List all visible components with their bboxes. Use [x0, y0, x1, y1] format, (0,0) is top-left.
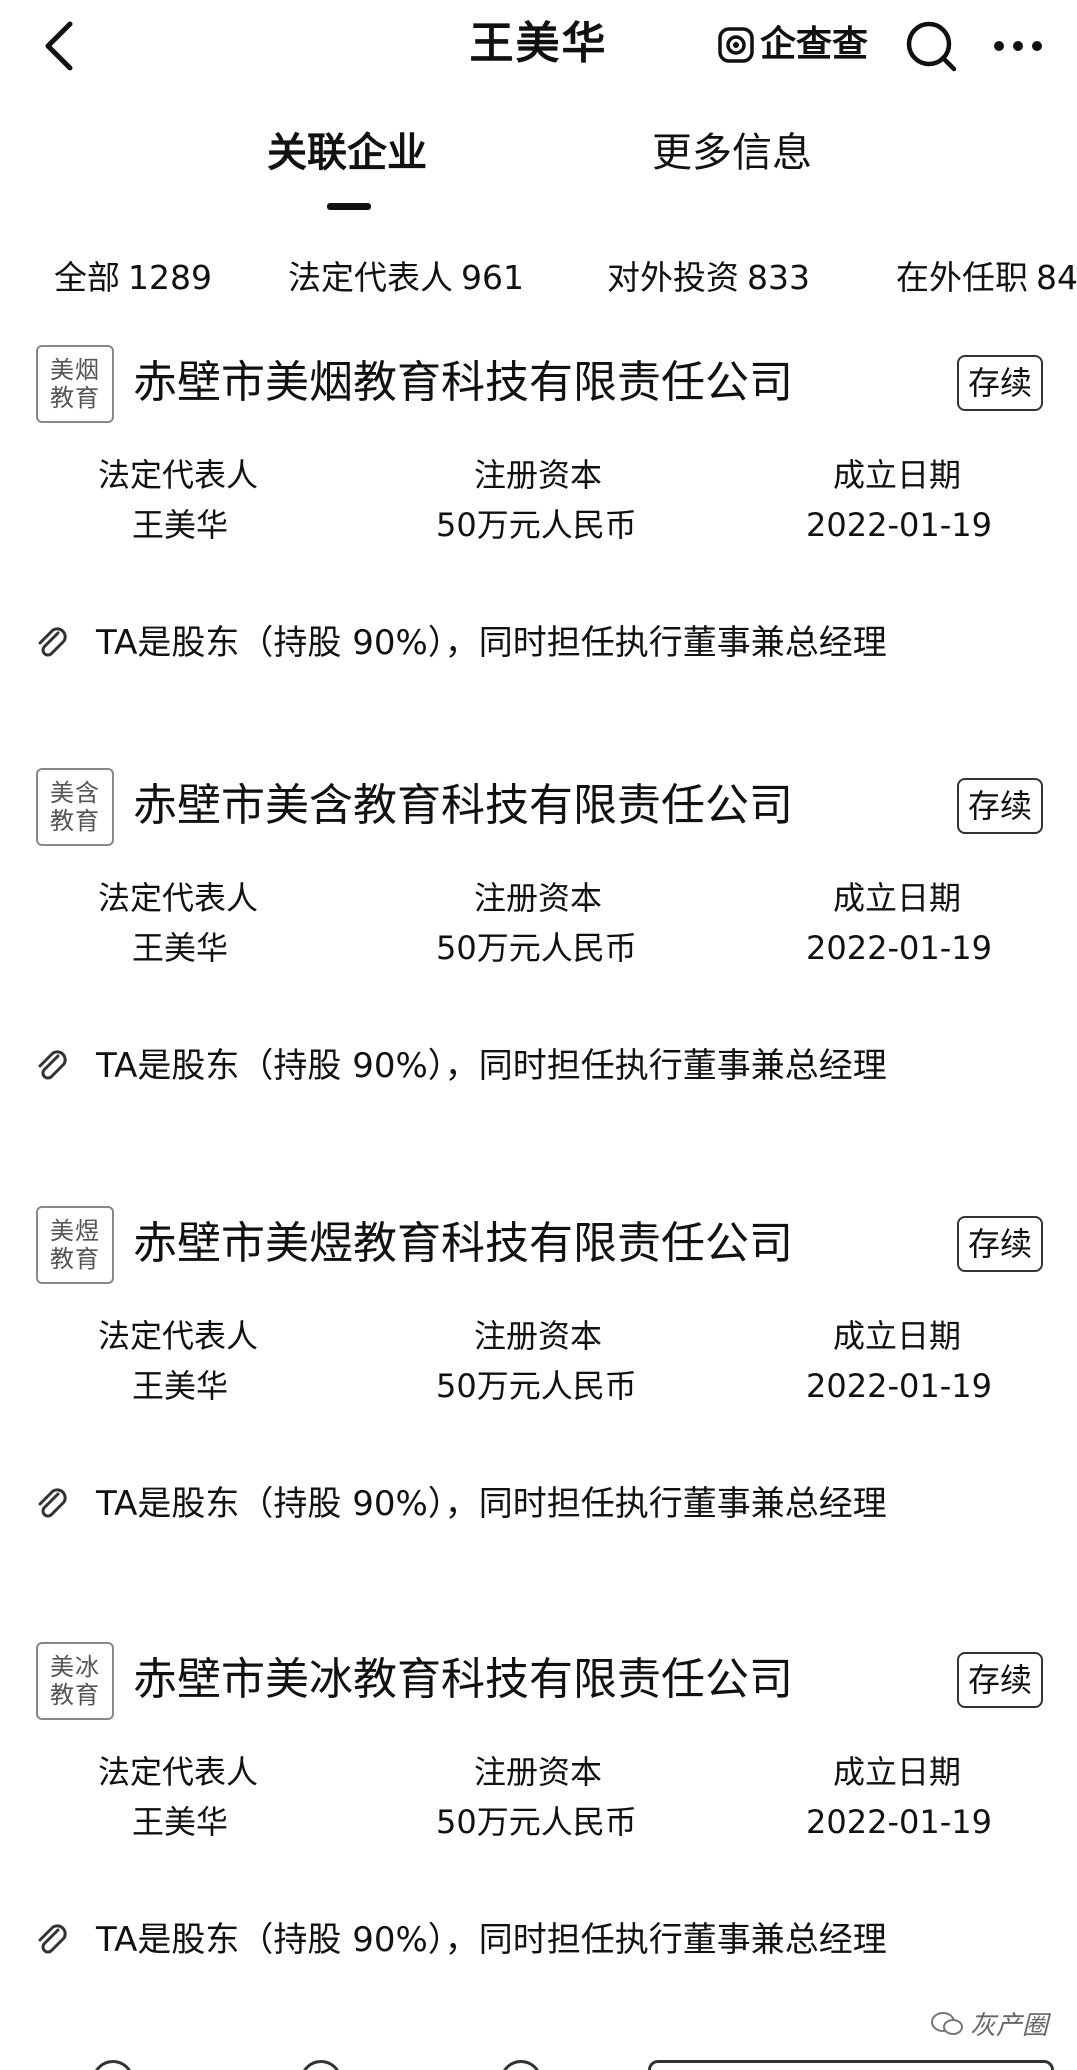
- legal-rep-label: 法定代表人: [98, 1317, 259, 1355]
- company-card[interactable]: 美煜教育 赤壁市美煜教育科技有限责任公司 存续 法定代表人 注册资本 成立日期 …: [0, 1206, 1077, 1536]
- legal-rep-label: 法定代表人: [98, 879, 259, 917]
- filter-count: 1289: [128, 258, 212, 297]
- legal-rep-label: 法定代表人: [98, 1753, 259, 1791]
- filter-label: 全部: [54, 258, 120, 297]
- filter-legal-rep[interactable]: 法定代表人 961: [288, 255, 524, 301]
- watermark: 灰产圈: [930, 2005, 1048, 2042]
- status-badge: 存续: [957, 778, 1043, 834]
- founded-label: 成立日期: [833, 1317, 962, 1355]
- bottom-action-bar: [0, 2052, 1077, 2070]
- search-button[interactable]: [903, 18, 959, 74]
- company-card[interactable]: 美烟教育 赤壁市美烟教育科技有限责任公司 存续 法定代表人 注册资本 成立日期 …: [0, 345, 1077, 675]
- paperclip-icon: [38, 627, 67, 657]
- founded-label: 成立日期: [833, 1753, 962, 1791]
- filter-label: 法定代表人: [288, 258, 453, 297]
- capital-value: 50万元人民币: [436, 1367, 637, 1405]
- legal-rep-value[interactable]: 王美华: [132, 926, 228, 970]
- founded-value: 2022-01-19: [806, 506, 992, 544]
- capital-label: 注册资本: [474, 456, 603, 494]
- active-tab-indicator: [327, 203, 371, 210]
- filter-positions[interactable]: 在外任职 84: [896, 255, 1077, 301]
- status-badge: 存续: [957, 1216, 1043, 1272]
- capital-label: 注册资本: [474, 879, 603, 917]
- tab-related-companies[interactable]: 关联企业: [267, 128, 427, 178]
- company-card[interactable]: 美冰教育 赤壁市美冰教育科技有限责任公司 存续 法定代表人 注册资本 成立日期 …: [0, 1642, 1077, 1972]
- paperclip-icon: [38, 1488, 67, 1518]
- status-badge: 存续: [957, 1652, 1043, 1708]
- filter-count: 833: [747, 258, 810, 297]
- legal-rep-value[interactable]: 王美华: [132, 1800, 228, 1844]
- brand-badge[interactable]: 企查查: [718, 20, 868, 70]
- capital-value: 50万元人民币: [436, 929, 637, 967]
- company-logo: 美含教育: [36, 768, 114, 846]
- top-nav-bar: 王美华 企查查: [0, 0, 1077, 92]
- more-button[interactable]: [990, 26, 1046, 66]
- bottom-action-button[interactable]: [648, 2060, 1054, 2070]
- company-name[interactable]: 赤壁市美煜教育科技有限责任公司: [133, 1214, 793, 1274]
- company-name[interactable]: 赤壁市美冰教育科技有限责任公司: [133, 1650, 793, 1710]
- relation-description: TA是股东（持股 90%），同时担任执行董事兼总经理: [96, 623, 887, 663]
- legal-rep-value[interactable]: 王美华: [132, 503, 228, 547]
- wechat-icon: [931, 2011, 963, 2035]
- qcc-logo-icon: [718, 27, 754, 63]
- tab-more-info[interactable]: 更多信息: [652, 128, 812, 178]
- founded-value: 2022-01-19: [806, 929, 992, 967]
- company-name[interactable]: 赤壁市美烟教育科技有限责任公司: [133, 353, 793, 413]
- capital-label: 注册资本: [474, 1753, 603, 1791]
- filter-count: 961: [461, 258, 524, 297]
- bottom-action-icon[interactable]: [92, 2060, 134, 2070]
- relation-description: TA是股东（持股 90%），同时担任执行董事兼总经理: [96, 1484, 887, 1524]
- paperclip-icon: [38, 1050, 67, 1080]
- legal-rep-label: 法定代表人: [98, 456, 259, 494]
- status-badge: 存续: [957, 355, 1043, 411]
- company-name[interactable]: 赤壁市美含教育科技有限责任公司: [133, 776, 793, 836]
- company-logo: 美冰教育: [36, 1642, 114, 1720]
- watermark-text: 灰产圈: [970, 2011, 1049, 2041]
- legal-rep-value[interactable]: 王美华: [132, 1364, 228, 1408]
- founded-label: 成立日期: [833, 456, 962, 494]
- bottom-action-icon[interactable]: [500, 2060, 542, 2070]
- capital-value: 50万元人民币: [436, 506, 637, 544]
- company-logo: 美烟教育: [36, 345, 114, 423]
- company-card[interactable]: 美含教育 赤壁市美含教育科技有限责任公司 存续 法定代表人 注册资本 成立日期 …: [0, 768, 1077, 1098]
- search-icon: [906, 21, 957, 72]
- filter-label: 对外投资: [607, 258, 739, 297]
- filter-investment[interactable]: 对外投资 833: [607, 255, 810, 301]
- founded-value: 2022-01-19: [806, 1803, 992, 1841]
- relation-description: TA是股东（持股 90%），同时担任执行董事兼总经理: [96, 1920, 887, 1960]
- paperclip-icon: [38, 1924, 67, 1954]
- filter-all[interactable]: 全部 1289: [54, 255, 212, 301]
- founded-label: 成立日期: [833, 879, 962, 917]
- capital-label: 注册资本: [474, 1317, 603, 1355]
- capital-value: 50万元人民币: [436, 1803, 637, 1841]
- relation-description: TA是股东（持股 90%），同时担任执行董事兼总经理: [96, 1046, 887, 1086]
- filter-count: 84: [1036, 258, 1077, 297]
- bottom-action-icon[interactable]: [300, 2060, 342, 2070]
- more-dots-icon: [994, 41, 1042, 51]
- brand-name: 企查查: [760, 24, 869, 65]
- founded-value: 2022-01-19: [806, 1367, 992, 1405]
- company-logo: 美煜教育: [36, 1206, 114, 1284]
- filter-label: 在外任职: [896, 258, 1028, 297]
